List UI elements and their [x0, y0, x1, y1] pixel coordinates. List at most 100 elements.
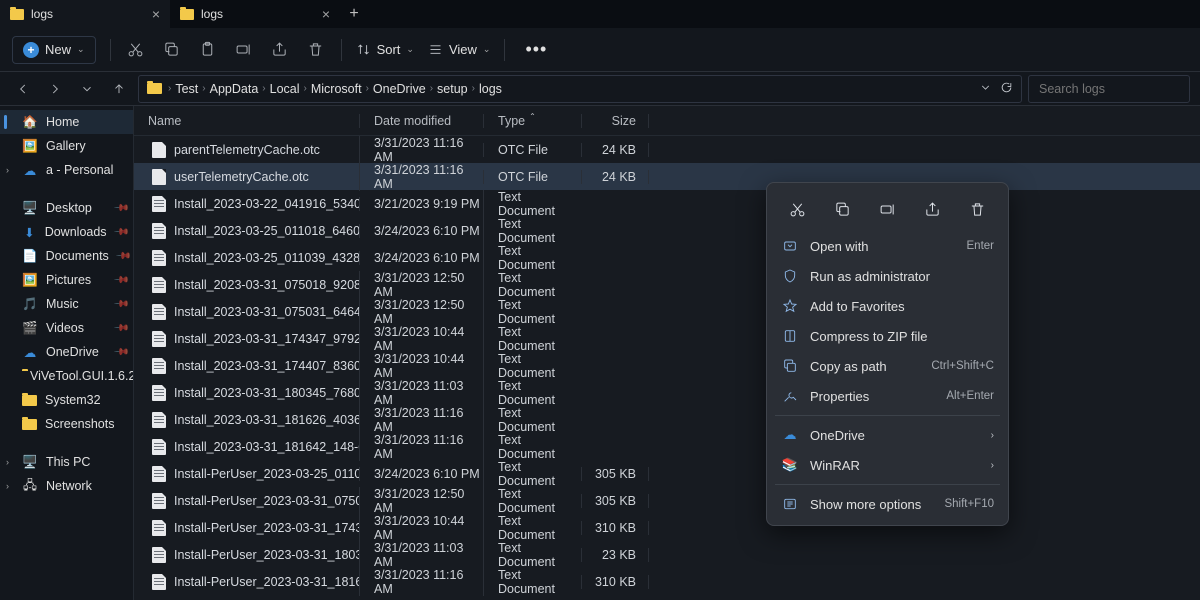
sidebar-item-thispc[interactable]: ›🖥️This PC [0, 450, 133, 474]
up-button[interactable] [106, 82, 132, 96]
new-tab-button[interactable]: + [340, 0, 368, 28]
more-options-icon [781, 495, 799, 513]
table-row[interactable]: Install-PerUser_2023-03-31_181628_7996…3… [134, 568, 1200, 595]
sidebar-item-network[interactable]: ›🖧Network [0, 474, 133, 498]
close-tab-icon[interactable]: × [152, 6, 160, 22]
breadcrumb[interactable]: logs [479, 82, 502, 96]
shield-icon [781, 267, 799, 285]
rename-icon[interactable] [874, 195, 902, 223]
share-icon[interactable] [919, 195, 947, 223]
sidebar-item-pictures[interactable]: 🖼️Pictures📌 [0, 268, 133, 292]
table-row[interactable]: Install-PerUser_2023-03-31_180352_1128…3… [134, 541, 1200, 568]
file-type: Text Document [483, 217, 581, 245]
gallery-icon: 🖼️ [22, 140, 38, 153]
file-date: 3/31/2023 11:16 AM [359, 568, 483, 596]
copy-icon[interactable] [829, 195, 857, 223]
cut-icon[interactable] [125, 39, 147, 61]
file-name: Install-PerUser_2023-03-31_180352_1128… [174, 548, 359, 562]
file-date: 3/31/2023 12:50 AM [359, 487, 483, 515]
close-tab-icon[interactable]: × [322, 6, 330, 22]
sidebar-item-music[interactable]: 🎵Music📌 [0, 292, 133, 316]
forward-button[interactable] [42, 82, 68, 96]
breadcrumb[interactable]: Local [270, 82, 300, 96]
table-row[interactable]: Install-PerUser_2023-03-31_174349_656-…3… [134, 514, 1200, 541]
new-button[interactable]: + New ⌄ [12, 36, 96, 64]
breadcrumb[interactable]: setup [437, 82, 468, 96]
cloud-icon: ☁ [22, 164, 38, 177]
table-row[interactable]: Install_2023-03-25_011039_4328-90323/24/… [134, 244, 1200, 271]
delete-icon[interactable] [964, 195, 992, 223]
address-dropdown-icon[interactable] [979, 81, 992, 97]
sidebar-item-desktop[interactable]: 🖥️Desktop📌 [0, 196, 133, 220]
ctx-winrar[interactable]: 📚WinRAR› [767, 450, 1008, 480]
sort-button[interactable]: Sort ⌄ [356, 42, 414, 57]
refresh-icon[interactable] [1000, 81, 1013, 97]
sidebar-item-onedrive-personal[interactable]: ›☁a - Personal [0, 158, 133, 182]
column-header-date[interactable]: Date modified [359, 114, 483, 128]
breadcrumb[interactable]: Microsoft [311, 82, 362, 96]
column-header-row: Name Date modified ⌃Type Size [134, 106, 1200, 136]
delete-icon[interactable] [305, 39, 327, 61]
window-tab[interactable]: logs × [0, 0, 170, 28]
column-header-type[interactable]: ⌃Type [483, 114, 581, 128]
breadcrumb[interactable]: OneDrive [373, 82, 426, 96]
ctx-onedrive[interactable]: ☁OneDrive› [767, 420, 1008, 450]
ctx-copy-path[interactable]: Copy as pathCtrl+Shift+C [767, 351, 1008, 381]
paste-icon[interactable] [197, 39, 219, 61]
table-row[interactable]: Install_2023-03-31_174407_8360-16723/31/… [134, 352, 1200, 379]
table-row[interactable]: Install_2023-03-31_075018_9208-40363/31/… [134, 271, 1200, 298]
sidebar-item-home[interactable]: 🏠Home [0, 110, 133, 134]
rename-icon[interactable] [233, 39, 255, 61]
table-row[interactable]: Install-PerUser_2023-03-31_075019_1996…3… [134, 487, 1200, 514]
chevron-right-icon: › [991, 430, 994, 441]
address-bar[interactable]: › Test› AppData› Local› Microsoft› OneDr… [138, 75, 1022, 103]
file-type: Text Document [483, 379, 581, 407]
table-row[interactable]: Install_2023-03-31_174347_9792-91883/31/… [134, 325, 1200, 352]
ctx-run-admin[interactable]: Run as administrator [767, 261, 1008, 291]
pin-icon: 📌 [112, 272, 129, 289]
table-row[interactable]: Install_2023-03-22_041916_5340-43403/21/… [134, 190, 1200, 217]
sidebar-item-videos[interactable]: 🎬Videos📌 [0, 316, 133, 340]
file-name: Install_2023-03-31_174347_9792-9188 [174, 332, 359, 346]
table-row[interactable]: Install-PerUser_2023-03-25_011020_4356…3… [134, 460, 1200, 487]
sidebar-item-onedrive[interactable]: ☁OneDrive📌 [0, 340, 133, 364]
window-tab[interactable]: logs × [170, 0, 340, 28]
toolbar: + New ⌄ Sort ⌄ View ⌄ ••• [0, 28, 1200, 72]
table-row[interactable]: parentTelemetryCache.otc3/31/2023 11:16 … [134, 136, 1200, 163]
ctx-show-more[interactable]: Show more optionsShift+F10 [767, 489, 1008, 519]
view-label: View [449, 42, 477, 57]
recent-dropdown-button[interactable] [74, 82, 100, 96]
column-header-size[interactable]: Size [581, 114, 649, 128]
cut-icon[interactable] [784, 195, 812, 223]
sidebar-item-documents[interactable]: 📄Documents📌 [0, 244, 133, 268]
table-row[interactable]: Install_2023-03-31_181642_148-66043/31/2… [134, 433, 1200, 460]
ctx-open-with[interactable]: Open withEnter [767, 231, 1008, 261]
back-button[interactable] [10, 82, 36, 96]
file-type: Text Document [483, 514, 581, 542]
file-date: 3/31/2023 12:50 AM [359, 271, 483, 299]
file-icon [152, 439, 166, 455]
more-button[interactable]: ••• [519, 39, 553, 60]
column-header-name[interactable]: Name [134, 114, 359, 128]
table-row[interactable]: userTelemetryCache.otc3/31/2023 11:16 AM… [134, 163, 1200, 190]
share-icon[interactable] [269, 39, 291, 61]
table-row[interactable]: Install_2023-03-31_181626_4036-69923/31/… [134, 406, 1200, 433]
breadcrumb[interactable]: AppData [210, 82, 259, 96]
sidebar-item-folder[interactable]: Screenshots [0, 412, 133, 436]
table-row[interactable]: Install_2023-03-31_180345_7680-99483/31/… [134, 379, 1200, 406]
view-button[interactable]: View ⌄ [428, 42, 491, 57]
sidebar-item-gallery[interactable]: 🖼️Gallery [0, 134, 133, 158]
sidebar-item-folder[interactable]: ViVeTool.GUI.1.6.2.0 [0, 364, 133, 388]
sidebar-item-downloads[interactable]: ⬇Downloads📌 [0, 220, 133, 244]
file-size: 24 KB [581, 170, 649, 184]
search-input[interactable] [1028, 75, 1190, 103]
table-row[interactable]: Install_2023-03-25_011018_6460-10083/24/… [134, 217, 1200, 244]
ctx-compress-zip[interactable]: Compress to ZIP file [767, 321, 1008, 351]
breadcrumb[interactable]: Test [175, 82, 198, 96]
table-row[interactable]: Install_2023-03-31_075031_6464-71643/31/… [134, 298, 1200, 325]
copy-icon[interactable] [161, 39, 183, 61]
ctx-properties[interactable]: PropertiesAlt+Enter [767, 381, 1008, 411]
sidebar-item-folder[interactable]: System32 [0, 388, 133, 412]
ctx-add-favorites[interactable]: Add to Favorites [767, 291, 1008, 321]
file-name: Install_2023-03-22_041916_5340-4340 [174, 197, 359, 211]
